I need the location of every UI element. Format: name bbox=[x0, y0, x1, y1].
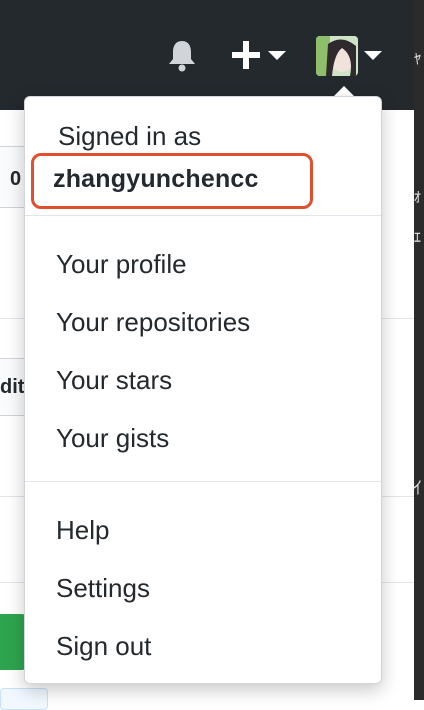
menu-divider bbox=[25, 481, 381, 482]
menu-item-help[interactable]: Help bbox=[56, 515, 109, 545]
signed-in-label: Signed in as bbox=[58, 121, 202, 151]
menu-item-your-profile[interactable]: Your profile bbox=[56, 249, 187, 279]
edit-fragment-text: dit bbox=[0, 376, 25, 398]
bell-icon[interactable] bbox=[166, 38, 198, 72]
counter-fragment: 0 bbox=[10, 168, 22, 190]
plus-icon[interactable] bbox=[230, 40, 290, 70]
menu-item-sign-out[interactable]: Sign out bbox=[56, 631, 151, 661]
menu-divider bbox=[25, 215, 381, 216]
edge-text-fragment: ｪ bbox=[413, 226, 422, 246]
username: zhangyunchencc bbox=[53, 165, 259, 193]
avatar-image bbox=[316, 36, 358, 76]
menu-item-your-gists[interactable]: Your gists bbox=[56, 423, 169, 453]
menu-item-your-stars[interactable]: Your stars bbox=[56, 365, 172, 395]
user-dropdown-menu: Signed in as zhangyunchencc Your profile… bbox=[24, 96, 382, 684]
right-edge-strip bbox=[414, 0, 424, 700]
avatar[interactable] bbox=[316, 36, 358, 76]
menu-item-settings[interactable]: Settings bbox=[56, 573, 150, 603]
menu-item-your-repositories[interactable]: Your repositories bbox=[56, 307, 250, 337]
edge-text-fragment: ｫ bbox=[413, 186, 422, 206]
chevron-down-icon bbox=[268, 51, 286, 60]
edge-text-fragment: ｲ bbox=[413, 478, 422, 498]
avatar-chevron-down-icon[interactable] bbox=[364, 50, 382, 60]
green-action-button[interactable] bbox=[0, 614, 26, 670]
top-navbar bbox=[0, 0, 424, 110]
edge-text-fragment: ｬ bbox=[413, 48, 422, 68]
bottom-fragment-box bbox=[0, 688, 48, 710]
